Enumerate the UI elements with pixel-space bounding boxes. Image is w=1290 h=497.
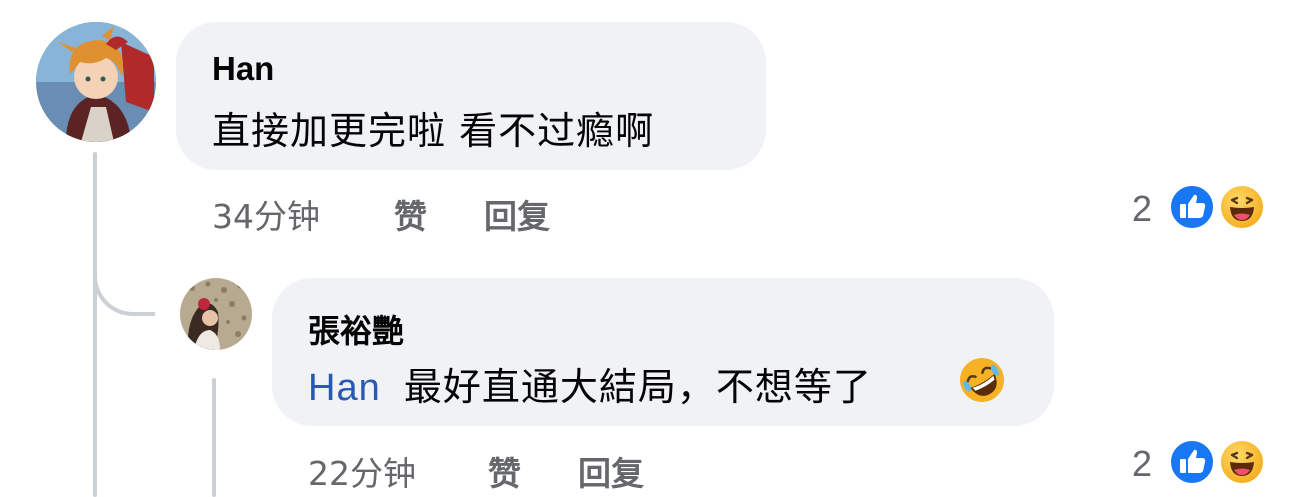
thread-line-main (93, 152, 97, 497)
comment-thread: Han 直接加更完啦 看不过瘾啊 34分钟 赞 回复 2 張裕艷 Han 最好直… (0, 0, 1290, 497)
avatar[interactable] (36, 22, 156, 142)
reply-button[interactable]: 回复 (484, 190, 550, 238)
haha-icon[interactable] (1218, 183, 1266, 231)
comment-text: 直接加更完啦 看不过瘾啊 (212, 109, 655, 153)
avatar-image (180, 278, 252, 350)
reply-text-line: Han 最好直通大結局，不想等了 (308, 356, 872, 411)
haha-icon[interactable] (1218, 438, 1266, 486)
like-icon[interactable] (1168, 438, 1216, 486)
like-button[interactable]: 赞 (488, 447, 521, 495)
thread-line-elbow (93, 240, 155, 316)
avatar[interactable] (180, 278, 252, 350)
like-icon[interactable] (1168, 183, 1216, 231)
reply-timestamp[interactable]: 22分钟 (308, 447, 416, 495)
comment-author[interactable]: Han (212, 50, 274, 88)
reply-author[interactable]: 張裕艷 (308, 306, 404, 352)
thread-line-reply (212, 378, 216, 497)
like-button[interactable]: 赞 (394, 190, 427, 238)
mention-link[interactable]: Han (308, 367, 381, 409)
rolling-on-floor-laughing-emoji (960, 358, 1004, 402)
comment-timestamp[interactable]: 34分钟 (212, 190, 320, 238)
reaction-count[interactable]: 2 (1132, 443, 1152, 485)
reply-button[interactable]: 回复 (578, 447, 644, 495)
reply-text: 最好直通大結局，不想等了 (403, 365, 872, 409)
reaction-count[interactable]: 2 (1132, 188, 1152, 230)
avatar-image (36, 22, 156, 142)
